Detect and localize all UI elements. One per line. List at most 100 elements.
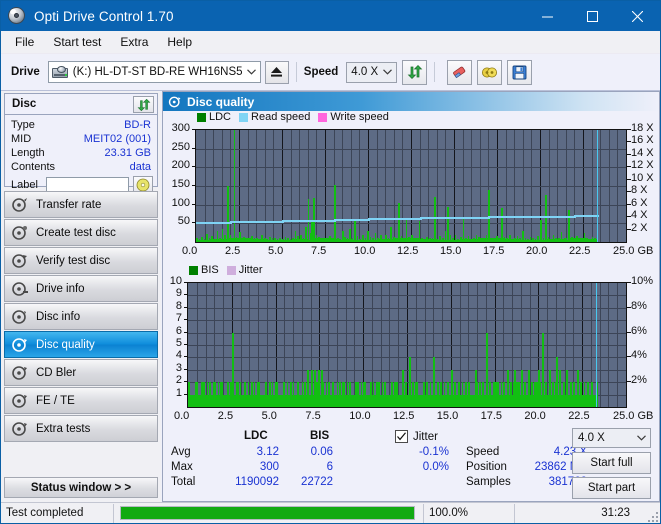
series-line-seg xyxy=(574,215,598,218)
legend-swatch xyxy=(239,112,249,122)
menu-start-test[interactable]: Start test xyxy=(45,33,109,51)
sidebar-item-disc-info[interactable]: Disc info xyxy=(4,303,158,330)
y-tick-label: 300 xyxy=(171,122,190,134)
menu-file[interactable]: File xyxy=(7,33,42,51)
series-line-seg xyxy=(454,216,473,219)
sidebar-item-verify-test-disc[interactable]: Verify test disc xyxy=(4,247,158,274)
bitsetting-button[interactable] xyxy=(477,59,503,85)
x-tick-label: 2.5 xyxy=(217,410,234,422)
test-speed-value: 4.0 X xyxy=(578,432,605,444)
chevron-down-icon xyxy=(379,62,396,82)
stats-max-ldc: 300 xyxy=(259,461,279,473)
menu-extra[interactable]: Extra xyxy=(112,33,156,51)
samples-stat-label: Samples xyxy=(466,476,511,488)
legend-label: BIS xyxy=(201,264,219,276)
eject-button[interactable] xyxy=(264,60,289,84)
drive-toolbar: Drive (K:) HL-DT-ST BD-RE WH16NS58 TST4 … xyxy=(1,54,660,91)
disc-row-length: Length 23.31 GB xyxy=(5,146,157,160)
y2-tick-label: 10% xyxy=(631,275,654,287)
drive-select[interactable]: (K:) HL-DT-ST BD-RE WH16NS58 TST4 xyxy=(47,61,261,83)
disc-mid-value: MEIT02 (001) xyxy=(83,133,151,145)
y-tick-label: 8 xyxy=(175,299,182,312)
chart-legend: LDC Read speed Write speed xyxy=(197,111,397,123)
x-tick-label: 17.5 xyxy=(483,245,505,257)
y2-tick-label: 2 X xyxy=(631,221,648,234)
minimize-icon[interactable] xyxy=(525,1,570,31)
sidebar-label: Verify test disc xyxy=(36,254,111,267)
close-icon[interactable] xyxy=(615,1,660,31)
sidebar-item-extra-tests[interactable]: Extra tests xyxy=(4,415,158,442)
toolbar-divider-1 xyxy=(295,62,297,82)
series-line-seg xyxy=(419,217,438,220)
y2-tick-mark xyxy=(627,356,631,358)
legend-label: LDC xyxy=(209,111,232,123)
erase-disc-button[interactable] xyxy=(447,59,473,85)
disc-row-type: Type BD-R xyxy=(5,118,157,132)
sidebar-label: FE / TE xyxy=(36,394,75,407)
series-line-seg xyxy=(333,219,352,222)
stats-col-bis: BIS xyxy=(310,430,330,442)
jitter-checkbox[interactable] xyxy=(395,430,408,443)
y2-tick-label: 12 X xyxy=(631,159,654,172)
start-part-button[interactable]: Start part xyxy=(572,477,651,499)
test-speed-select[interactable]: 4.0 X xyxy=(572,428,651,448)
series-line-seg xyxy=(264,220,283,223)
sidebar-item-transfer-rate[interactable]: Transfer rate xyxy=(4,191,158,218)
series-line-seg xyxy=(282,220,301,223)
chevron-down-icon xyxy=(633,428,650,448)
disc-length-value: 23.31 GB xyxy=(104,147,151,159)
x-tick-label: 0.0 xyxy=(182,245,198,257)
status-window-button[interactable]: Status window > > xyxy=(4,477,158,498)
disc-box-title: Disc xyxy=(12,98,37,110)
y-tick-mark xyxy=(184,319,187,321)
menu-help[interactable]: Help xyxy=(159,33,200,51)
save-icon xyxy=(512,65,527,79)
series-line-seg xyxy=(402,217,421,220)
menu-bar: File Start test Extra Help xyxy=(1,31,660,54)
resize-grip[interactable] xyxy=(647,511,658,522)
sidebar-item-fe-te[interactable]: FE / TE xyxy=(4,387,158,414)
page-title: Disc quality xyxy=(187,94,255,109)
disc-info-icon xyxy=(11,308,29,326)
sidebar-item-drive-info[interactable]: Drive info xyxy=(4,275,158,302)
sidebar-item-disc-quality[interactable]: Disc quality xyxy=(4,331,158,358)
series-bar xyxy=(226,186,229,242)
y2-tick-mark xyxy=(627,141,631,143)
legend-label: Jitter xyxy=(238,264,263,276)
refresh-drive-button[interactable] xyxy=(402,59,428,85)
grid-line-h xyxy=(196,148,626,150)
y2-tick-mark xyxy=(627,203,631,205)
optical-drive-icon xyxy=(51,65,69,79)
save-button[interactable] xyxy=(507,59,533,85)
grid-line-h xyxy=(188,320,626,322)
window-title: Opti Drive Control 1.70 xyxy=(34,8,174,24)
x-tick-label: 12.5 xyxy=(393,410,415,422)
y-tick-mark xyxy=(184,368,187,370)
status-bar: Test completed 100.0% 31:23 xyxy=(1,502,660,523)
legend-swatch xyxy=(318,112,328,122)
speed-select[interactable]: 4.0 X xyxy=(346,61,398,83)
jitter-avg-value: -0.1% xyxy=(418,446,449,458)
x-tick-label: 25.0 GB xyxy=(613,245,654,257)
y-tick-label: 3 xyxy=(175,361,182,374)
maximize-icon[interactable] xyxy=(570,1,615,31)
y-tick-label: 5 xyxy=(175,337,182,349)
series-bar xyxy=(501,208,503,242)
y-tick-mark xyxy=(184,306,187,308)
app-disc-icon xyxy=(7,6,27,26)
disc-verify-icon xyxy=(11,252,29,270)
end-of-data-marker xyxy=(596,130,598,242)
y-tick-label: 50 xyxy=(177,215,190,228)
y2-tick-label: 10 X xyxy=(631,171,654,184)
x-tick-label: 7.5 xyxy=(311,245,327,257)
grid-line-h xyxy=(188,357,626,359)
y2-tick-label: 14 X xyxy=(631,146,654,159)
sidebar-label: Disc info xyxy=(36,310,81,323)
series-bar xyxy=(233,130,236,242)
disc-refresh-button[interactable] xyxy=(133,96,154,113)
y2-tick-label: 8% xyxy=(631,299,647,312)
y-tick-label: 250 xyxy=(171,140,190,153)
sidebar-item-create-test-disc[interactable]: Create test disc xyxy=(4,219,158,246)
sidebar-item-cd-bler[interactable]: CD Bler xyxy=(4,359,158,386)
start-full-button[interactable]: Start full xyxy=(572,452,651,474)
